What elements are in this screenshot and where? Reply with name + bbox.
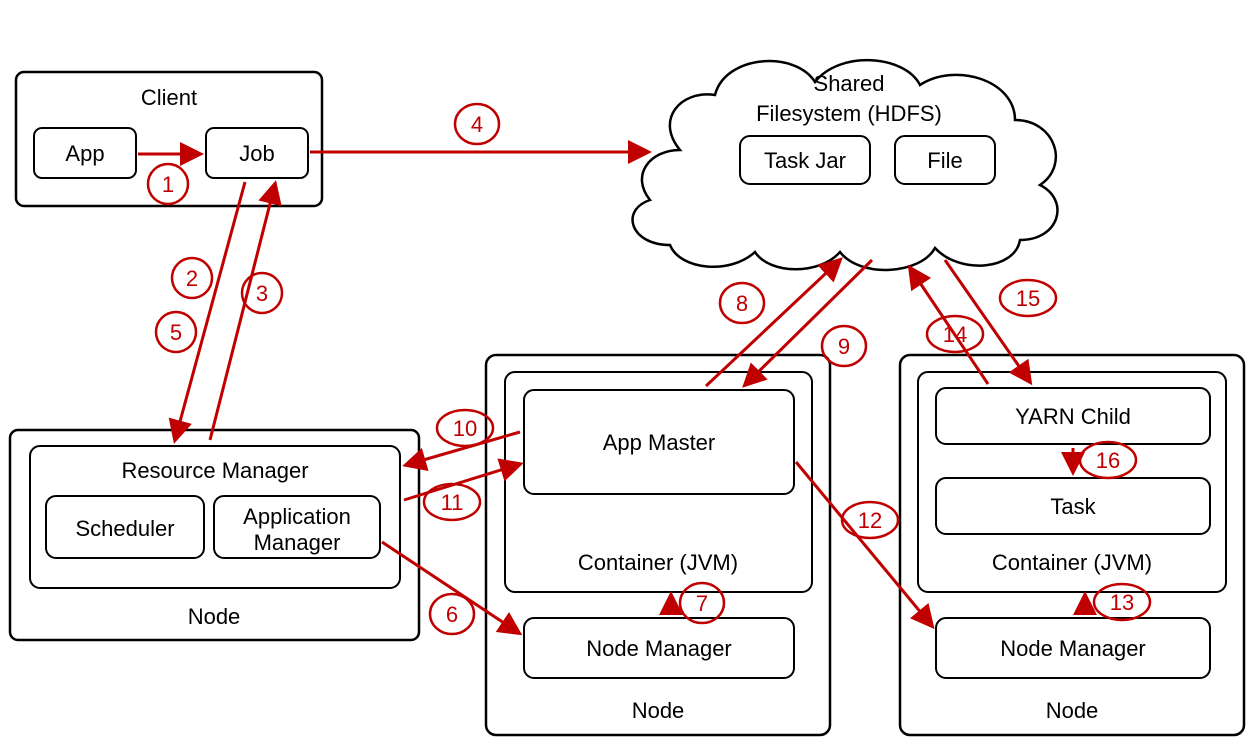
appmaster-node: Node Container (JVM) App Master Node Man…	[486, 355, 830, 735]
task-nodemgr-label: Node Manager	[1000, 636, 1146, 661]
appmaster-node-label: Node	[632, 698, 685, 723]
arrow-8	[706, 260, 840, 386]
arrow-2-5	[175, 182, 245, 440]
svg-text:15: 15	[1016, 286, 1040, 311]
hdfs-taskjar-label: Task Jar	[764, 148, 846, 173]
step-1: 1	[148, 164, 188, 204]
step-12: 12	[842, 502, 898, 538]
step-14: 14	[927, 316, 983, 352]
svg-text:13: 13	[1110, 590, 1134, 615]
rm-node: Node Resource Manager Scheduler Applicat…	[10, 430, 419, 640]
step-6: 6	[430, 594, 474, 634]
hdfs-title-1: Shared	[814, 71, 885, 96]
client-title: Client	[141, 85, 197, 110]
svg-text:5: 5	[170, 320, 182, 345]
appmaster-nodemgr-label: Node Manager	[586, 636, 732, 661]
client-job-label: Job	[239, 141, 274, 166]
step-5: 5	[156, 312, 196, 352]
rm-scheduler-label: Scheduler	[75, 516, 174, 541]
task-node-label: Node	[1046, 698, 1099, 723]
svg-text:16: 16	[1096, 448, 1120, 473]
step-4: 4	[455, 104, 499, 144]
client-app-label: App	[65, 141, 104, 166]
appmaster-container-label: Container (JVM)	[578, 550, 738, 575]
rm-title: Resource Manager	[121, 458, 308, 483]
step-10: 10	[437, 410, 493, 446]
svg-text:7: 7	[696, 591, 708, 616]
task-label: Task	[1050, 494, 1096, 519]
svg-text:3: 3	[256, 281, 268, 306]
step-9: 9	[822, 326, 866, 366]
diagram-canvas: Client App Job Shared Filesystem (HDFS) …	[0, 0, 1255, 743]
svg-text:4: 4	[471, 112, 483, 137]
arrow-9	[745, 260, 872, 385]
svg-text:12: 12	[858, 508, 882, 533]
svg-text:8: 8	[736, 291, 748, 316]
hdfs-cloud: Shared Filesystem (HDFS) Task Jar File	[633, 60, 1058, 270]
svg-text:2: 2	[186, 266, 198, 291]
step-2: 2	[172, 258, 212, 298]
rm-node-label: Node	[188, 604, 241, 629]
yarnchild-label: YARN Child	[1015, 404, 1131, 429]
svg-text:1: 1	[162, 172, 174, 197]
rm-appmgr-label-1: Application	[243, 504, 351, 529]
step-8: 8	[720, 283, 764, 323]
arrow-12	[796, 462, 932, 626]
svg-text:10: 10	[453, 416, 477, 441]
hdfs-title-2: Filesystem (HDFS)	[756, 101, 942, 126]
task-container-label: Container (JVM)	[992, 550, 1152, 575]
rm-appmgr-label-2: Manager	[254, 530, 341, 555]
svg-text:6: 6	[446, 602, 458, 627]
svg-text:9: 9	[838, 334, 850, 359]
appmaster-label: App Master	[603, 430, 716, 455]
step-15: 15	[1000, 280, 1056, 316]
hdfs-file-label: File	[927, 148, 962, 173]
task-node: Node Container (JVM) YARN Child Task Nod…	[900, 355, 1244, 735]
step-16: 16	[1080, 442, 1136, 478]
svg-text:14: 14	[943, 322, 967, 347]
step-13: 13	[1094, 584, 1150, 620]
step-11: 11	[424, 484, 480, 520]
svg-text:11: 11	[441, 490, 464, 515]
